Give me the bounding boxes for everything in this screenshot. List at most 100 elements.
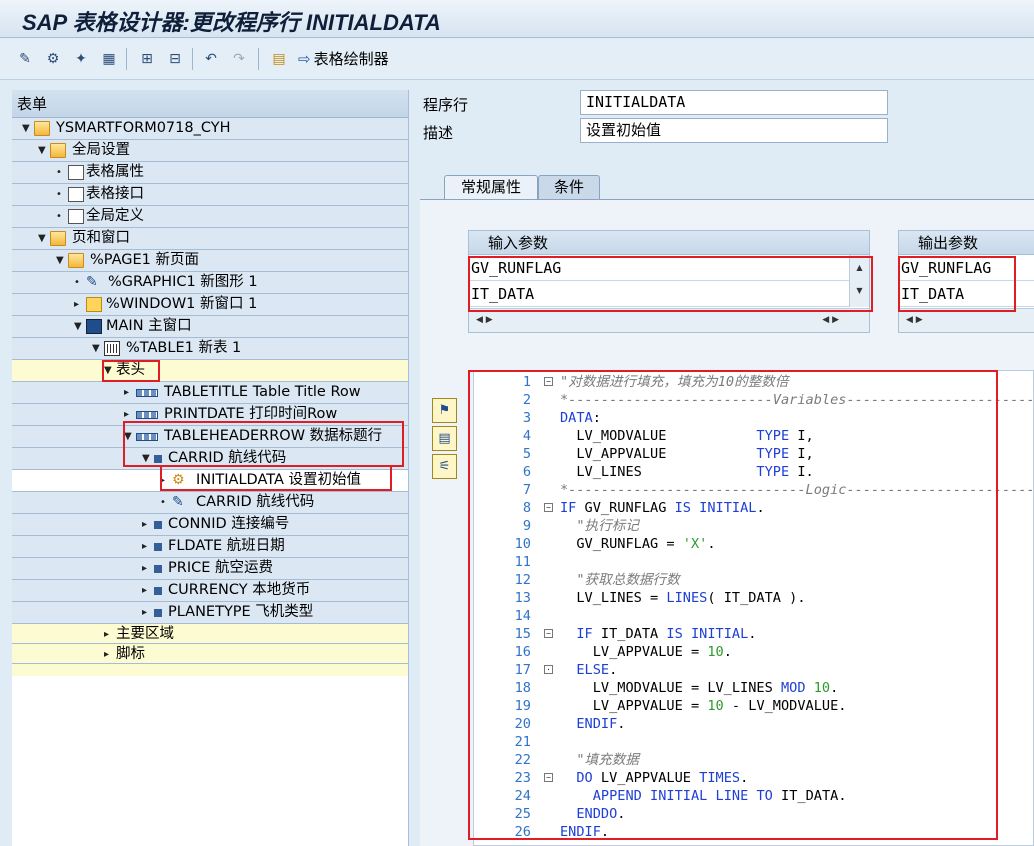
form-icon[interactable]: ▤ — [268, 48, 290, 70]
code-line[interactable]: 7 *-----------------------------Logic----… — [474, 481, 1034, 499]
tree-node[interactable]: ▼ 表头 — [12, 360, 408, 382]
code-line[interactable]: 6 LV_LINES TYPE I. — [474, 463, 1034, 481]
tree-node[interactable]: ▼ 全局设置 — [12, 140, 408, 162]
tree-node[interactable]: ▸ TABLETITLE Table Title Row — [12, 382, 408, 404]
expand-arrow-icon[interactable]: ▸ — [142, 558, 147, 579]
code-line[interactable]: 26 ENDIF. — [474, 823, 1034, 841]
program-line-input[interactable]: INITIALDATA — [580, 90, 888, 115]
collapse-arrow-icon[interactable]: ▼ — [22, 118, 30, 139]
code-line[interactable]: 16 LV_APPVALUE = 10. — [474, 643, 1034, 661]
collapse-arrow-icon[interactable]: ▼ — [38, 228, 46, 249]
tree-node[interactable]: • 全局定义 — [12, 206, 408, 228]
form-painter-button[interactable]: ⇨ 表格绘制器 — [298, 48, 389, 70]
collapse-arrow-icon[interactable]: ▼ — [74, 316, 82, 337]
expand-arrow-icon[interactable]: ▸ — [74, 294, 79, 315]
collapse-arrow-icon[interactable]: ▼ — [104, 360, 112, 381]
code-line[interactable]: 17 · ELSE. — [474, 661, 1034, 679]
code-line[interactable]: 14 — [474, 607, 1034, 625]
code-line[interactable]: 4 LV_MODVALUE TYPE I, — [474, 427, 1034, 445]
tree-node[interactable]: ▸ PRINTDATE 打印时间Row — [12, 404, 408, 426]
expand-arrow-icon[interactable]: ▸ — [142, 514, 147, 535]
code-line[interactable]: 19 LV_APPVALUE = 10 - LV_MODVALUE. — [474, 697, 1034, 715]
tree-node[interactable]: ▼ TABLEHEADERROW 数据标题行 — [12, 426, 408, 448]
expand-arrow-icon[interactable]: ▸ — [142, 580, 147, 601]
code-line[interactable]: 3 DATA: — [474, 409, 1034, 427]
code-line[interactable]: 13 LV_LINES = LINES( IT_DATA ). — [474, 589, 1034, 607]
tree-node[interactable]: • ✎ CARRID 航线代码 — [12, 492, 408, 514]
tree-node[interactable]: • 表格接口 — [12, 184, 408, 206]
tree-node[interactable]: ▸ FLDATE 航班日期 — [12, 536, 408, 558]
collapse-arrow-icon[interactable]: ▼ — [124, 426, 132, 447]
code-line[interactable]: 8 − IF GV_RUNFLAG IS INITIAL. — [474, 499, 1034, 517]
expand-arrow-icon[interactable]: ▸ — [142, 536, 147, 557]
expand-arrow-icon[interactable]: ▸ — [104, 644, 109, 665]
expand-arrow-icon[interactable]: ▸ — [104, 624, 109, 645]
collapse-arrow-icon[interactable]: ▼ — [38, 140, 46, 161]
code-line[interactable]: 11 — [474, 553, 1034, 571]
code-line[interactable]: 12 "获取总数据行数 — [474, 571, 1034, 589]
code-line[interactable]: 18 LV_MODVALUE = LV_LINES MOD 10. — [474, 679, 1034, 697]
collapse-arrow-icon[interactable]: ▼ — [142, 448, 150, 469]
expand-arrow-icon[interactable]: ▸ — [142, 602, 147, 623]
description-input[interactable]: 设置初始值 — [580, 118, 888, 143]
fold-toggle-icon[interactable]: − — [544, 377, 553, 386]
input-params-vscroll[interactable]: ▲ ▼ — [849, 255, 869, 307]
field-list-button[interactable]: ▤ — [432, 426, 457, 451]
output-param-row[interactable]: GV_RUNFLAG — [899, 255, 1034, 281]
tree-node[interactable]: ▼ 页和窗口 — [12, 228, 408, 250]
expand-icon[interactable]: ⊞ — [136, 48, 158, 70]
activate-icon[interactable]: ✦ — [70, 48, 92, 70]
code-line[interactable]: 1 − "对数据进行填充，填充为10的整数倍 — [474, 373, 1034, 391]
tree-node[interactable]: ▼ %TABLE1 新表 1 — [12, 338, 408, 360]
fold-toggle-icon[interactable]: − — [544, 773, 553, 782]
fold-toggle-icon[interactable]: − — [544, 503, 553, 512]
check-icon[interactable]: ✎ — [14, 48, 36, 70]
tree-node[interactable]: ▼ MAIN 主窗口 — [12, 316, 408, 338]
fold-toggle-icon[interactable]: · — [544, 665, 553, 674]
expand-arrow-icon[interactable]: ▸ — [124, 382, 129, 403]
pattern-button[interactable]: ⚑ — [432, 398, 457, 423]
tree-node[interactable]: ▸ 主要区域 — [12, 624, 408, 644]
tab-conditions[interactable]: 条件 — [538, 175, 600, 199]
tab-general-attributes[interactable]: 常规属性 — [444, 175, 538, 199]
tree-node[interactable]: ▸ 脚标 — [12, 644, 408, 664]
code-line[interactable]: 22 "填充数据 — [474, 751, 1034, 769]
test-icon[interactable]: ⚙ — [42, 48, 64, 70]
tree-node[interactable]: ▸ %WINDOW1 新窗口 1 — [12, 294, 408, 316]
input-params-hscroll[interactable]: ◀ ▶ ◀ ▶ — [469, 308, 869, 332]
undo-icon[interactable]: ↶ — [200, 48, 222, 70]
tree-node[interactable]: ▼ CARRID 航线代码 — [12, 448, 408, 470]
code-line[interactable]: 15 − IF IT_DATA IS INITIAL. — [474, 625, 1034, 643]
code-line[interactable]: 2 *-------------------------Variables----… — [474, 391, 1034, 409]
collapse-arrow-icon[interactable]: ▼ — [56, 250, 64, 271]
code-line[interactable]: 20 ENDIF. — [474, 715, 1034, 733]
code-line[interactable]: 10 GV_RUNFLAG = 'X'. — [474, 535, 1034, 553]
code-line[interactable]: 25 ENDDO. — [474, 805, 1034, 823]
tree-node[interactable]: ▸ ⚙ INITIALDATA 设置初始值 — [12, 470, 408, 492]
fold-toggle-icon[interactable]: − — [544, 629, 553, 638]
tree-node[interactable]: • 表格属性 — [12, 162, 408, 184]
input-param-row[interactable]: GV_RUNFLAG — [469, 255, 869, 281]
tree-node[interactable]: ▼ YSMARTFORM0718_CYH — [12, 118, 408, 140]
code-editor[interactable]: 1− "对数据进行填充，填充为10的整数倍 2 *------------------… — [473, 370, 1034, 846]
redo-icon[interactable]: ↷ — [228, 48, 250, 70]
collapse-icon[interactable]: ⊟ — [164, 48, 186, 70]
tree-node[interactable]: ▸ PRICE 航空运费 — [12, 558, 408, 580]
code-line[interactable]: 21 — [474, 733, 1034, 751]
tree-node[interactable]: ▼ %PAGE1 新页面 — [12, 250, 408, 272]
collapse-arrow-icon[interactable]: ▼ — [92, 338, 100, 359]
tree-node[interactable]: ▸ CURRENCY 本地货币 — [12, 580, 408, 602]
expand-arrow-icon[interactable]: ▸ — [124, 404, 129, 425]
tree-node[interactable]: ▸ CONNID 连接编号 — [12, 514, 408, 536]
expand-arrow-icon[interactable]: ▸ — [160, 470, 165, 491]
input-param-row[interactable]: IT_DATA — [469, 281, 869, 307]
output-param-row[interactable]: IT_DATA — [899, 281, 1034, 307]
tree-node[interactable]: ▸ PLANETYPE 飞机类型 — [12, 602, 408, 624]
code-line[interactable]: 23 − DO LV_APPVALUE TIMES. — [474, 769, 1034, 787]
code-line[interactable]: 9 "执行标记 — [474, 517, 1034, 535]
code-line[interactable]: 24 APPEND INITIAL LINE TO IT_DATA. — [474, 787, 1034, 805]
structure-button[interactable]: ⚟ — [432, 454, 457, 479]
output-params-hscroll[interactable]: ◀ ▶ — [899, 308, 1034, 332]
code-line[interactable]: 5 LV_APPVALUE TYPE I, — [474, 445, 1034, 463]
display-icon[interactable]: ▦ — [98, 48, 120, 70]
